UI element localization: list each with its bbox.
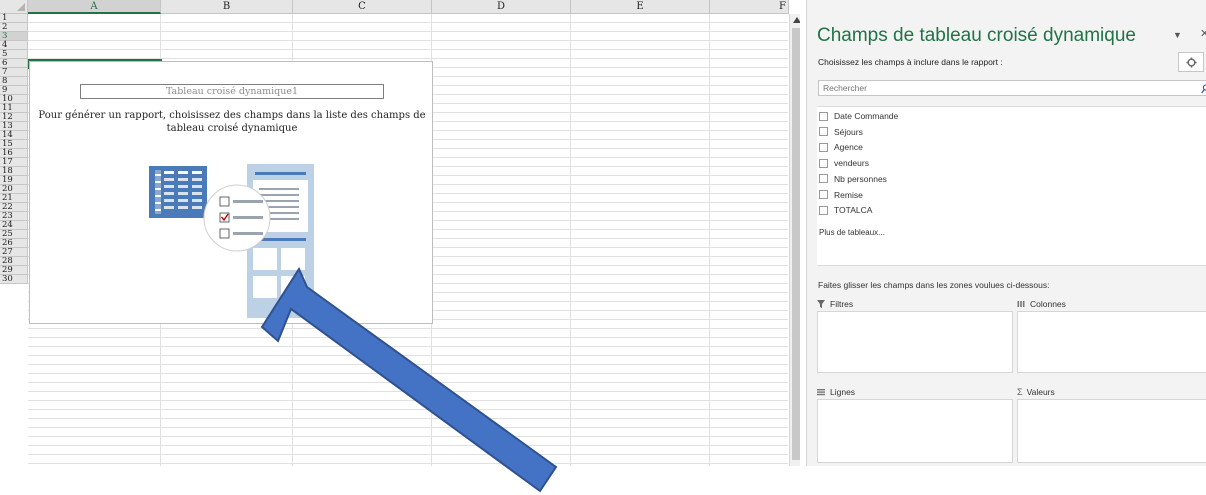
field-checkbox[interactable] [819,174,828,184]
field-label: vendeurs [834,158,869,169]
zone-values-label: Valeurs [1026,387,1055,397]
column-header-D[interactable]: D [432,0,571,14]
more-tables-link[interactable]: Plus de tableaux... [819,228,885,237]
scroll-up-arrow-icon[interactable] [790,14,800,26]
vertical-scrollbar[interactable] [789,14,800,466]
field-item[interactable]: TOTALCA [819,203,872,217]
field-label: Séjours [834,126,863,137]
annotation-arrow-icon [260,266,558,493]
select-all-corner[interactable] [0,0,28,14]
field-checkbox[interactable] [819,111,828,121]
field-item[interactable]: vendeurs [819,156,869,170]
field-checkbox[interactable] [819,142,828,152]
close-icon[interactable]: ✕ [1200,27,1206,40]
rows-icon [817,389,825,396]
pivot-field-pane[interactable]: Champs de tableau croisé dynamique ▼ ✕ C… [806,0,1206,466]
field-item[interactable]: Remise [819,188,863,202]
zone-columns-label: Colonnes [1030,299,1066,309]
column-header-B[interactable]: B [161,0,293,14]
column-header-F[interactable]: F [710,0,789,14]
field-label: Remise [834,189,863,200]
column-header-C[interactable]: C [293,0,432,14]
field-item[interactable]: Séjours [819,125,863,139]
filter-icon [817,300,825,308]
field-checkbox[interactable] [819,127,828,137]
field-item[interactable]: Date Commande [819,109,898,123]
zone-filters-drop[interactable] [817,311,1013,373]
field-item[interactable]: Agence [819,140,863,154]
pivot-instruction: Pour générer un rapport, choisissez des … [38,110,426,134]
search-icon[interactable] [1201,84,1206,94]
zone-filters-label: Filtres [830,299,854,309]
pane-options-dropdown-icon[interactable]: ▼ [1173,30,1182,40]
sigma-icon: Σ [1017,387,1023,397]
scroll-thumb[interactable] [792,28,800,460]
field-checkbox[interactable] [819,190,828,199]
drag-instruction: Faites glisser les champs dans les zones… [818,280,1050,290]
column-header-E[interactable]: E [571,0,710,14]
field-label: Agence [834,142,863,153]
field-checkbox[interactable] [819,158,828,168]
field-search-input[interactable] [818,80,1206,96]
zone-rows-drop[interactable] [817,399,1013,463]
field-label: Nb personnes [834,173,887,184]
row-header-30[interactable]: 30 [0,275,28,284]
columns-icon [1017,301,1025,307]
field-checkbox[interactable] [819,205,828,215]
field-label: Date Commande [834,111,899,121]
gear-icon [1185,56,1197,68]
pane-subtitle: Choisissez les champs à inclure dans le … [818,57,1003,67]
zone-values-drop[interactable] [1017,399,1206,463]
tools-gear-button[interactable] [1178,52,1204,72]
field-label: TOTALCA [834,205,873,216]
pane-title: Champs de tableau croisé dynamique [817,25,1136,46]
field-item[interactable]: Nb personnes [819,172,887,186]
pivot-table-name: Tableau croisé dynamique1 [80,84,384,99]
zone-rows-label: Lignes [830,387,856,397]
zone-columns-drop[interactable] [1017,311,1206,373]
field-list[interactable]: Date Commande Séjours Agence vendeurs Nb per… [817,106,1206,266]
column-header-A[interactable]: A [28,0,161,14]
